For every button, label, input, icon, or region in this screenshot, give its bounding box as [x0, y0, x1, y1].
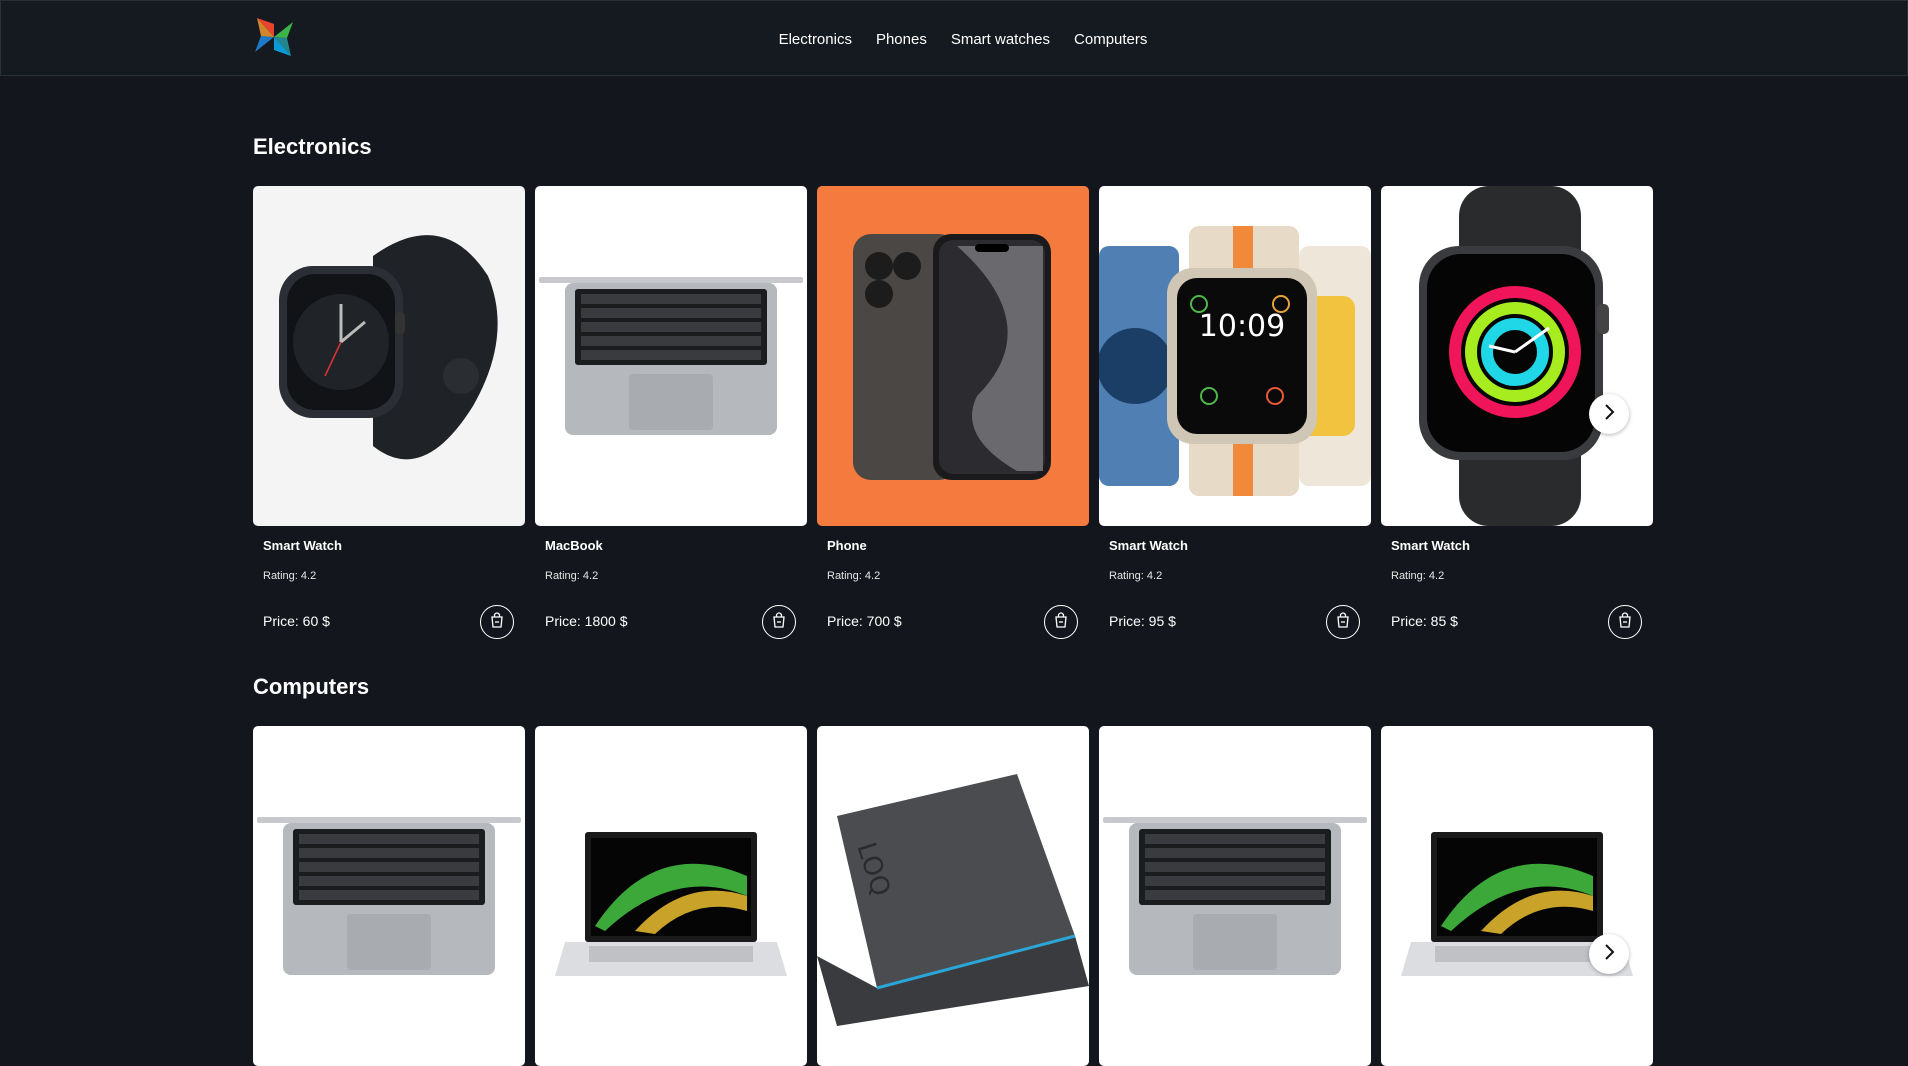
product-rating: Rating: 4.2 — [1109, 570, 1163, 582]
shopping-bag-icon — [489, 611, 505, 633]
shopping-bag-icon — [1335, 611, 1351, 633]
chevron-right-icon — [1602, 943, 1616, 966]
product-card[interactable]: 10:09 Smart Watch Rating: 4.2 Price: 95 … — [1099, 186, 1371, 639]
lenovo-loq-laptop-image: LOQ — [817, 726, 1089, 1066]
top-navbar: Electronics Phones Smart watches Compute… — [0, 0, 1908, 76]
add-to-cart-button[interactable] — [762, 605, 796, 639]
product-rating: Rating: 4.2 — [263, 570, 317, 582]
nav-link-electronics[interactable]: Electronics — [779, 31, 852, 48]
product-name: Smart Watch — [1109, 538, 1188, 553]
smartwatch-black-image — [253, 186, 525, 526]
product-price: Price: 85 $ — [1391, 613, 1458, 629]
product-name: Smart Watch — [1391, 538, 1470, 553]
svg-text:10:09: 10:09 — [1199, 309, 1285, 344]
product-card[interactable] — [253, 726, 525, 1066]
product-card[interactable]: Phone Rating: 4.2 Price: 700 $ — [817, 186, 1089, 639]
product-rating: Rating: 4.2 — [545, 570, 599, 582]
product-name: Phone — [827, 538, 867, 553]
carousel-next-button[interactable] — [1589, 394, 1629, 434]
shopping-bag-icon — [1617, 611, 1633, 633]
shopping-bag-icon — [771, 611, 787, 633]
add-to-cart-button[interactable] — [480, 605, 514, 639]
product-card[interactable] — [1381, 726, 1653, 1066]
product-name: MacBook — [545, 538, 603, 553]
pinwheel-logo-icon[interactable] — [253, 16, 295, 58]
product-card[interactable]: MacBook Rating: 4.2 Price: 1800 $ — [535, 186, 807, 639]
product-price: Price: 1800 $ — [545, 613, 628, 629]
product-card[interactable]: Smart Watch Rating: 4.2 Price: 60 $ — [253, 186, 525, 639]
computers-product-row: LOQ — [253, 726, 1653, 1066]
macbook-image — [535, 186, 807, 526]
section-title-electronics: Electronics — [253, 134, 372, 159]
electronics-product-row: Smart Watch Rating: 4.2 Price: 60 $ MacB… — [253, 186, 1653, 646]
macbook-image — [1099, 726, 1371, 1066]
acer-laptop-image — [1381, 726, 1653, 1066]
product-name: Smart Watch — [263, 538, 342, 553]
add-to-cart-button[interactable] — [1044, 605, 1078, 639]
product-card[interactable]: LOQ — [817, 726, 1089, 1066]
product-card[interactable] — [1099, 726, 1371, 1066]
add-to-cart-button[interactable] — [1326, 605, 1360, 639]
nav-link-smart-watches[interactable]: Smart watches — [951, 31, 1050, 48]
macbook-image — [253, 726, 525, 1066]
product-rating: Rating: 4.2 — [827, 570, 881, 582]
section-title-computers: Computers — [253, 674, 370, 699]
acer-laptop-image — [535, 726, 807, 1066]
product-card[interactable]: Smart Watch Rating: 4.2 Price: 85 $ — [1381, 186, 1653, 639]
carousel-next-button[interactable] — [1589, 934, 1629, 974]
add-to-cart-button[interactable] — [1608, 605, 1642, 639]
chevron-right-icon — [1602, 403, 1616, 426]
smartwatch-activity-image — [1381, 186, 1653, 526]
product-card[interactable] — [535, 726, 807, 1066]
product-price: Price: 60 $ — [263, 613, 330, 629]
nav-link-phones[interactable]: Phones — [876, 31, 927, 48]
product-price: Price: 95 $ — [1109, 613, 1176, 629]
nav-link-computers[interactable]: Computers — [1074, 31, 1147, 48]
iphone-image — [817, 186, 1089, 526]
product-rating: Rating: 4.2 — [1391, 570, 1445, 582]
smartwatch-ultra-image: 10:09 — [1099, 186, 1371, 526]
shopping-bag-icon — [1053, 611, 1069, 633]
product-price: Price: 700 $ — [827, 613, 902, 629]
